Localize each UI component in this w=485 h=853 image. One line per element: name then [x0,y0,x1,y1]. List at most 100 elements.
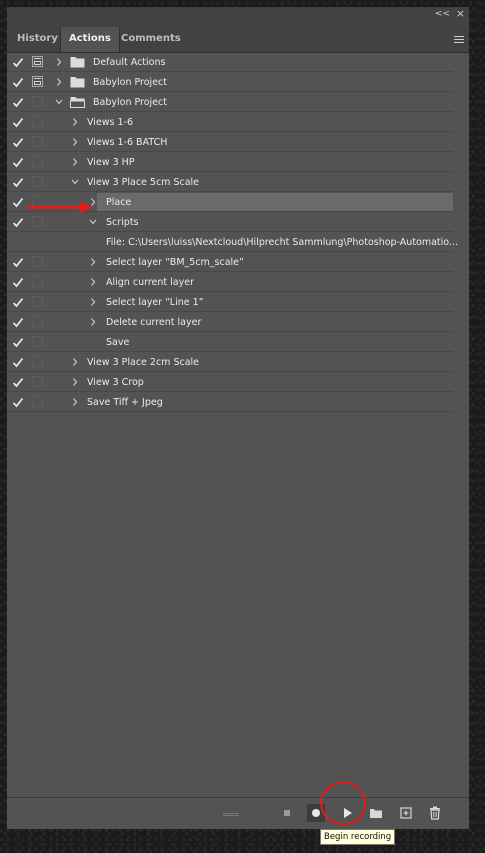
toggle-checkmark-icon[interactable] [12,337,24,348]
dialog-toggle-empty[interactable] [32,396,43,407]
dialog-toggle-empty[interactable] [32,96,43,107]
tab-history[interactable]: History [9,27,66,52]
row-divider [7,311,453,312]
panel-titlebar: << × [7,7,469,21]
dialog-toggle-icon[interactable] [32,76,43,87]
dialog-toggle-empty[interactable] [32,136,43,147]
action-row[interactable]: Babylon Project [7,73,453,92]
dialog-toggle-empty[interactable] [32,256,43,267]
chevron-right-icon[interactable] [89,317,97,327]
tab-actions[interactable]: Actions [60,27,120,52]
dialog-toggle-empty[interactable] [32,336,43,347]
dialog-toggle-empty[interactable] [32,356,43,367]
script-file-path: File: C:\Users\luiss\Nextcloud\Hilprecht… [106,237,459,248]
panel-menu-icon[interactable] [454,36,464,44]
action-row[interactable]: View 3 Place 5cm Scale [7,173,453,192]
action-row[interactable]: View 3 Crop [7,373,453,392]
dialog-toggle-empty[interactable] [32,156,43,167]
chevron-right-icon[interactable] [89,297,97,307]
chevron-down-icon[interactable] [71,177,79,187]
toggle-checkmark-icon[interactable] [12,117,24,128]
dialog-toggle-empty[interactable] [32,176,43,187]
collapse-panel-icon[interactable]: << [435,7,450,21]
dialog-toggle-empty[interactable] [32,316,43,327]
action-row[interactable]: Align current layer [7,273,453,292]
toggle-checkmark-icon[interactable] [12,257,24,268]
action-row[interactable]: View 3 Place 2cm Scale [7,353,453,372]
dialog-toggle-empty[interactable] [32,216,43,227]
action-label: View 3 Place 2cm Scale [87,357,200,368]
action-label: View 3 Crop [87,377,144,388]
chevron-right-icon[interactable] [71,157,79,167]
folder-icon[interactable] [367,804,385,822]
action-row[interactable]: Delete current layer [7,313,453,332]
toggle-checkmark-icon[interactable] [12,177,24,188]
toggle-checkmark-icon[interactable] [12,397,24,408]
action-row[interactable]: Views 1-6 BATCH [7,133,453,152]
row-divider [7,331,453,332]
dialog-toggle-empty[interactable] [32,376,43,387]
toggle-checkmark-icon[interactable] [12,157,24,168]
chevron-right-icon[interactable] [71,397,79,407]
toggle-checkmark-icon[interactable] [12,297,24,308]
tab-comments[interactable]: Comments [113,27,189,52]
toggle-checkmark-icon[interactable] [12,357,24,368]
dialog-toggle-empty[interactable] [32,276,43,287]
toggle-checkmark-icon[interactable] [12,137,24,148]
trash-icon[interactable] [426,804,444,822]
row-divider [7,291,453,292]
action-row[interactable]: View 3 HP [7,153,453,172]
toggle-checkmark-icon[interactable] [12,197,24,208]
toggle-checkmark-icon[interactable] [12,97,24,108]
toggle-checkmark-icon[interactable] [12,277,24,288]
toggle-checkmark-icon[interactable] [12,377,24,388]
row-divider [7,71,453,72]
chevron-right-icon[interactable] [55,77,63,87]
action-row[interactable]: File: C:\Users\luiss\Nextcloud\Hilprecht… [7,233,458,252]
toggle-checkmark-icon[interactable] [12,217,24,228]
chevron-right-icon[interactable] [55,57,63,67]
close-panel-icon[interactable]: × [456,7,465,21]
action-label: Views 1-6 BATCH [87,137,168,148]
toggle-checkmark-icon[interactable] [12,57,24,68]
action-row[interactable]: Save Tiff + Jpeg [7,393,453,412]
toggle-checkmark-icon[interactable] [12,317,24,328]
chevron-right-icon[interactable] [89,257,97,267]
row-divider [7,131,453,132]
action-label: Select layer “Line 1” [106,297,204,308]
chevron-down-icon[interactable] [89,217,97,227]
chevron-right-icon[interactable] [71,357,79,367]
action-row[interactable]: Select layer “BM_5cm_scale” [7,253,453,272]
action-row[interactable]: Babylon Project [7,93,453,112]
action-label: View 3 Place 5cm Scale [87,177,200,188]
dialog-toggle-empty[interactable] [32,116,43,127]
panel-tabs: History Actions Comments [7,21,469,53]
red-arrow-annotation-icon [27,201,93,213]
stop-icon[interactable] [278,804,296,822]
chevron-right-icon[interactable] [71,137,79,147]
selection-highlight [97,193,453,211]
chevron-right-icon[interactable] [89,277,97,287]
resize-grip-icon[interactable] [223,813,239,817]
row-divider [7,411,453,412]
chevron-right-icon[interactable] [71,117,79,127]
row-divider [7,351,453,352]
chevron-down-icon[interactable] [55,97,63,107]
action-label: Delete current layer [106,317,202,328]
action-row[interactable]: Save [7,333,453,352]
new-action-icon[interactable] [397,804,415,822]
action-label: Views 1-6 [87,117,134,128]
dialog-toggle-icon[interactable] [32,56,43,67]
toggle-checkmark-icon[interactable] [12,77,24,88]
action-row[interactable]: Scripts [7,213,453,232]
chevron-right-icon[interactable] [71,377,79,387]
action-label: Babylon Project [93,97,167,108]
action-row[interactable]: Views 1-6 [7,113,453,132]
action-row[interactable]: Default Actions [7,53,453,72]
action-label: Save [106,337,130,348]
red-circle-annotation [320,781,366,825]
tooltip-begin-recording: Begin recording [320,829,396,845]
action-label: View 3 HP [87,157,135,168]
action-row[interactable]: Select layer “Line 1” [7,293,453,312]
dialog-toggle-empty[interactable] [32,296,43,307]
